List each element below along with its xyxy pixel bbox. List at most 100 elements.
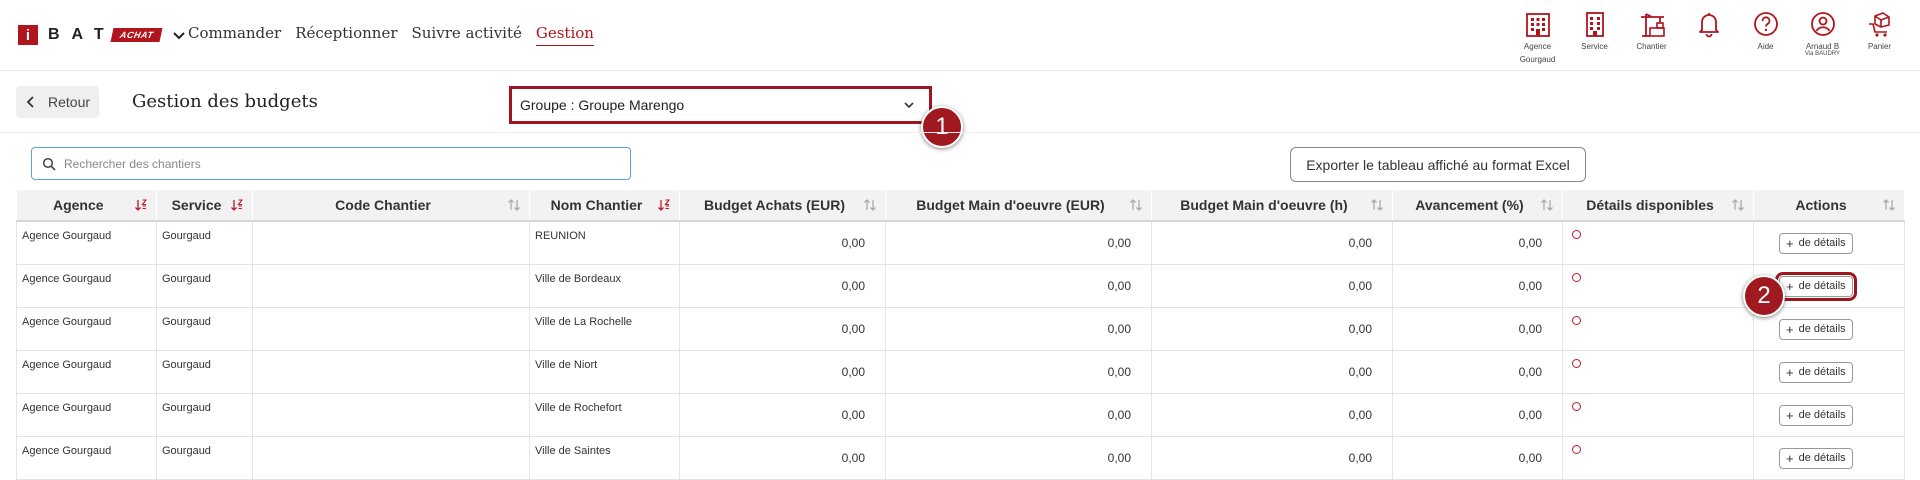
column-header[interactable]: Détails disponibles (1562, 190, 1754, 222)
nav-commander[interactable]: Commander (188, 24, 281, 46)
plus-icon: + (1786, 235, 1794, 251)
callout-marker-2: 2 (1743, 275, 1785, 317)
column-header[interactable]: Budget Main d'oeuvre (EUR) (885, 190, 1152, 222)
cart-button[interactable]: Panier (1851, 10, 1908, 64)
back-button-label: Retour (48, 94, 91, 110)
cell-mo_h: 0,00 (1151, 436, 1393, 480)
search-input[interactable] (62, 155, 630, 172)
notifications-button[interactable] (1680, 10, 1737, 64)
cell-mo_h: 0,00 (1151, 307, 1393, 351)
help-label: Aide (1757, 42, 1774, 51)
logo-i-mark: i (18, 25, 38, 45)
nav-gestion[interactable]: Gestion (535, 24, 594, 46)
table-row: Agence Gourgaud Gourgaud Ville de Niort 0,0… (16, 350, 1905, 394)
back-button[interactable]: Retour (16, 86, 99, 118)
sort-az-icon[interactable] (657, 198, 671, 212)
shortcut-agence[interactable]: Agence Gourgaud (1509, 10, 1566, 64)
cell-actions: + de détails (1753, 307, 1905, 351)
column-header[interactable]: Agence (16, 190, 157, 222)
help-button[interactable]: Aide (1737, 10, 1794, 64)
sort-icon[interactable] (1540, 198, 1554, 212)
cell-mo_eur: 0,00 (885, 436, 1152, 480)
cell-mo_eur: 0,00 (885, 393, 1152, 437)
cell-code (252, 307, 530, 351)
shortcut-chantier-label: Chantier (1636, 42, 1667, 51)
plus-icon: + (1786, 407, 1794, 423)
group-select[interactable]: Groupe : Groupe Marengo (509, 86, 932, 124)
cell-mo_eur: 0,00 (885, 307, 1152, 351)
table-row: Agence Gourgaud Gourgaud REUNION 0,00 0,00 0,… (16, 221, 1905, 265)
cell-service: Gourgaud (156, 221, 253, 265)
nav-suivre-activite[interactable]: Suivre activité (412, 24, 522, 46)
logo-letters: BAT (48, 26, 116, 43)
callout-marker-1: 1 (921, 106, 963, 148)
more-details-button[interactable]: + de détails (1779, 404, 1853, 426)
column-header[interactable]: Budget Main d'oeuvre (h) (1151, 190, 1393, 222)
cell-achats: 0,00 (679, 393, 886, 437)
column-header[interactable]: Budget Achats (EUR) (679, 190, 886, 222)
more-details-button[interactable]: + de détails (1775, 271, 1857, 301)
table-row: Agence Gourgaud Gourgaud Ville de La Roche… (16, 307, 1905, 351)
ibat-achat-logo[interactable]: i BAT ACHAT (18, 24, 187, 46)
cell-nom: Ville de Niort (529, 350, 680, 394)
cell-mo_eur: 0,00 (885, 350, 1152, 394)
user-icon (1810, 12, 1835, 36)
status-circle-icon (1572, 273, 1581, 282)
user-account-button[interactable]: Arnaud B Via BAUDRY (1794, 10, 1851, 64)
cell-achats: 0,00 (679, 264, 886, 308)
app-header: i BAT ACHAT Commander Réceptionner Suivr… (0, 0, 1920, 71)
cell-service: Gourgaud (156, 264, 253, 308)
table-header-row: Agence Service Code Chantier Nom Chantier Bu… (16, 190, 1905, 222)
cell-code (252, 350, 530, 394)
status-circle-icon (1572, 316, 1581, 325)
cell-actions: + de détails (1753, 350, 1905, 394)
sort-icon[interactable] (1370, 198, 1384, 212)
column-header-label: Budget Main d'oeuvre (EUR) (916, 197, 1105, 213)
more-details-button[interactable]: + de détails (1779, 361, 1853, 383)
column-header[interactable]: Avancement (%) (1392, 190, 1563, 222)
sort-icon[interactable] (1129, 198, 1143, 212)
status-circle-icon (1572, 359, 1581, 368)
cell-agence: Agence Gourgaud (16, 307, 157, 351)
user-name-label: Arnaud B (1805, 42, 1840, 51)
cell-service: Gourgaud (156, 436, 253, 480)
more-details-label: de détails (1798, 452, 1846, 464)
cell-avancement: 0,00 (1392, 264, 1563, 308)
column-header-label: Avancement (%) (1415, 197, 1524, 213)
sort-az-icon[interactable] (134, 198, 148, 212)
sort-icon[interactable] (1731, 198, 1745, 212)
column-header-label: Détails disponibles (1586, 197, 1714, 213)
chevron-down-icon[interactable] (171, 27, 187, 43)
nav-receptionner[interactable]: Réceptionner (295, 24, 397, 46)
building-icon (1525, 13, 1550, 37)
cell-actions: + de détails (1753, 393, 1905, 437)
header-shortcuts: Agence Gourgaud Service Chantier Aide Ar… (1509, 10, 1908, 64)
cell-agence: Agence Gourgaud (16, 350, 157, 394)
group-select-value: Groupe : Groupe Marengo (520, 97, 685, 113)
column-header[interactable]: Nom Chantier (529, 190, 680, 222)
export-excel-button[interactable]: Exporter le tableau affiché au format Ex… (1290, 147, 1586, 182)
more-details-button[interactable]: + de détails (1779, 447, 1853, 469)
status-circle-icon (1572, 402, 1581, 411)
sort-icon[interactable] (1882, 198, 1896, 212)
column-header[interactable]: Actions (1753, 190, 1905, 222)
search-icon (42, 157, 56, 171)
plus-icon: + (1786, 321, 1794, 337)
sort-icon[interactable] (507, 198, 521, 212)
more-details-button[interactable]: + de détails (1779, 318, 1853, 340)
sort-az-icon[interactable] (230, 198, 244, 212)
shortcut-service[interactable]: Service (1566, 10, 1623, 64)
cell-avancement: 0,00 (1392, 393, 1563, 437)
column-header-label: Budget Achats (EUR) (703, 197, 846, 213)
cell-nom: Ville de La Rochelle (529, 307, 680, 351)
sort-icon[interactable] (863, 198, 877, 212)
column-header[interactable]: Code Chantier (252, 190, 530, 222)
column-header[interactable]: Service (156, 190, 253, 222)
search-box[interactable] (31, 147, 631, 180)
more-details-button[interactable]: + de détails (1779, 232, 1853, 254)
cell-mo_h: 0,00 (1151, 393, 1393, 437)
shortcut-chantier[interactable]: Chantier (1623, 10, 1680, 64)
more-details-label: de détails (1798, 280, 1846, 292)
cell-mo_eur: 0,00 (885, 264, 1152, 308)
page-title: Gestion des budgets (132, 91, 318, 112)
